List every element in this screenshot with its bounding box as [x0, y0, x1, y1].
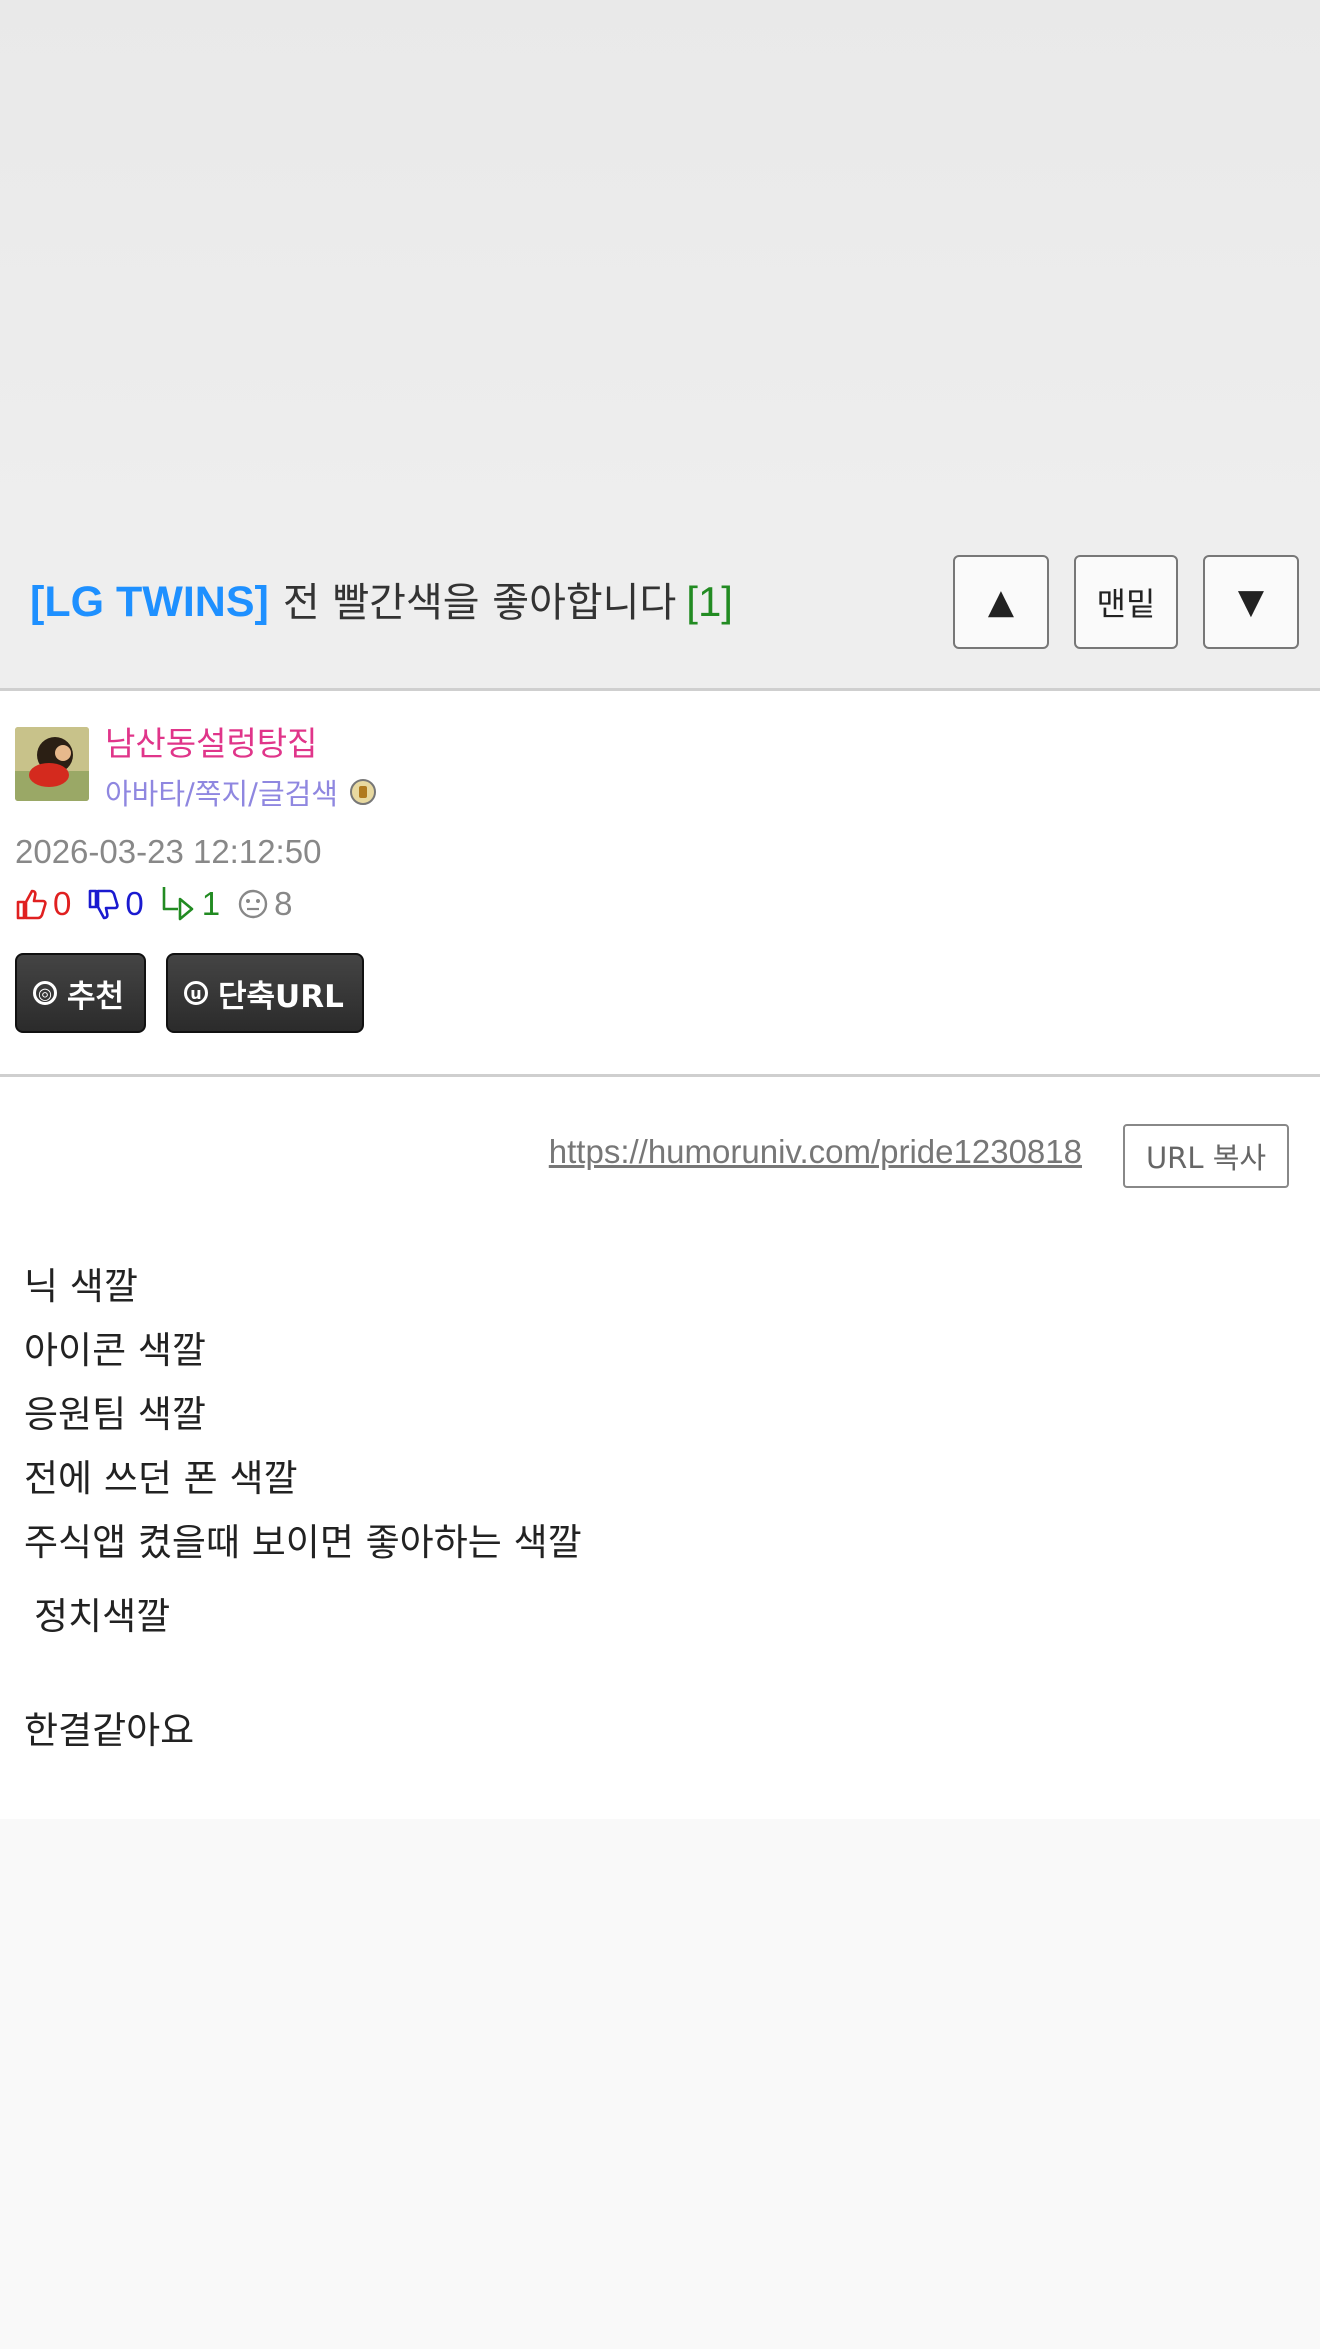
- thumbs-up-icon: [16, 889, 47, 920]
- body-line: 정치색깔: [34, 1595, 171, 1638]
- scroll-up-button[interactable]: ▲: [953, 555, 1049, 649]
- author-sublinks: 아바타/쪽지/글검색: [105, 771, 376, 813]
- comment-count[interactable]: [1]: [686, 578, 733, 625]
- body-line: 주식앱 켰을때 보이면 좋아하는 색깔: [24, 1521, 582, 1564]
- up-count: 0: [53, 885, 72, 922]
- footer-area: [0, 1819, 1320, 2349]
- body-line: 응원팀 색깔: [24, 1393, 206, 1436]
- post-url-link[interactable]: https://humoruniv.com/pride1230818: [549, 1133, 1082, 1171]
- post-info: 남산동설렁탕집 아바타/쪽지/글검색 2026-03-23 12:12:50 0…: [0, 691, 1320, 1077]
- body-line: 전에 쓰던 폰 색깔: [24, 1457, 298, 1500]
- subject-text: 전 빨간색을 좋아합니다: [282, 580, 677, 626]
- category-label[interactable]: [LG TWINS]: [30, 578, 269, 626]
- replies-count: 1: [201, 885, 221, 922]
- body-line: 한결같아요: [24, 1709, 195, 1752]
- author-nickname[interactable]: 남산동설렁탕집: [105, 717, 318, 765]
- reply-count: 1: [160, 885, 220, 923]
- short-url-button[interactable]: u 단축URL: [166, 953, 364, 1033]
- author-links-text[interactable]: 아바타/쪽지/글검색: [105, 771, 338, 813]
- reply-arrow-icon: [162, 887, 194, 921]
- body-line: 아이콘 색깔: [24, 1329, 206, 1372]
- views-count: 8: [274, 885, 293, 922]
- post-title: [LG TWINS] 전 빨간색을 좋아합니다 [1]: [30, 578, 733, 627]
- level-badge-icon: [349, 779, 376, 805]
- scroll-down-button[interactable]: ▼: [1203, 555, 1299, 649]
- go-bottom-button[interactable]: 맨밑: [1074, 555, 1178, 649]
- title-bar: [LG TWINS] 전 빨간색을 좋아합니다 [1] ▲ 맨밑 ▼: [0, 540, 1320, 691]
- post-date: 2026-03-23 12:12:50: [15, 833, 322, 870]
- avatar[interactable]: [15, 727, 89, 801]
- recommend-label: 추천: [67, 978, 125, 1015]
- recommend-icon: ◎: [33, 981, 57, 1005]
- view-face-icon: [238, 889, 268, 919]
- recommend-button[interactable]: ◎ 추천: [15, 953, 146, 1033]
- post-body: 닉 색깔 아이콘 색깔 응원팀 색깔 전에 쓰던 폰 색깔 주식앱 켰을때 보이…: [24, 1255, 582, 1763]
- post-content: https://humoruniv.com/pride1230818 URL 복…: [0, 1077, 1320, 1819]
- thumbs-down-icon: [89, 889, 120, 920]
- copy-url-button[interactable]: URL 복사: [1123, 1124, 1289, 1188]
- view-count: 8: [236, 885, 292, 923]
- oppose-count: 0: [87, 885, 144, 923]
- short-url-icon: u: [184, 981, 208, 1005]
- post-stats: 0 0 1 8: [15, 885, 308, 923]
- body-line: 닉 색깔: [24, 1265, 138, 1308]
- recommend-count: 0: [15, 885, 71, 923]
- top-ad-area: [0, 0, 1320, 540]
- short-url-label: 단축URL: [218, 978, 344, 1015]
- down-count: 0: [125, 885, 144, 922]
